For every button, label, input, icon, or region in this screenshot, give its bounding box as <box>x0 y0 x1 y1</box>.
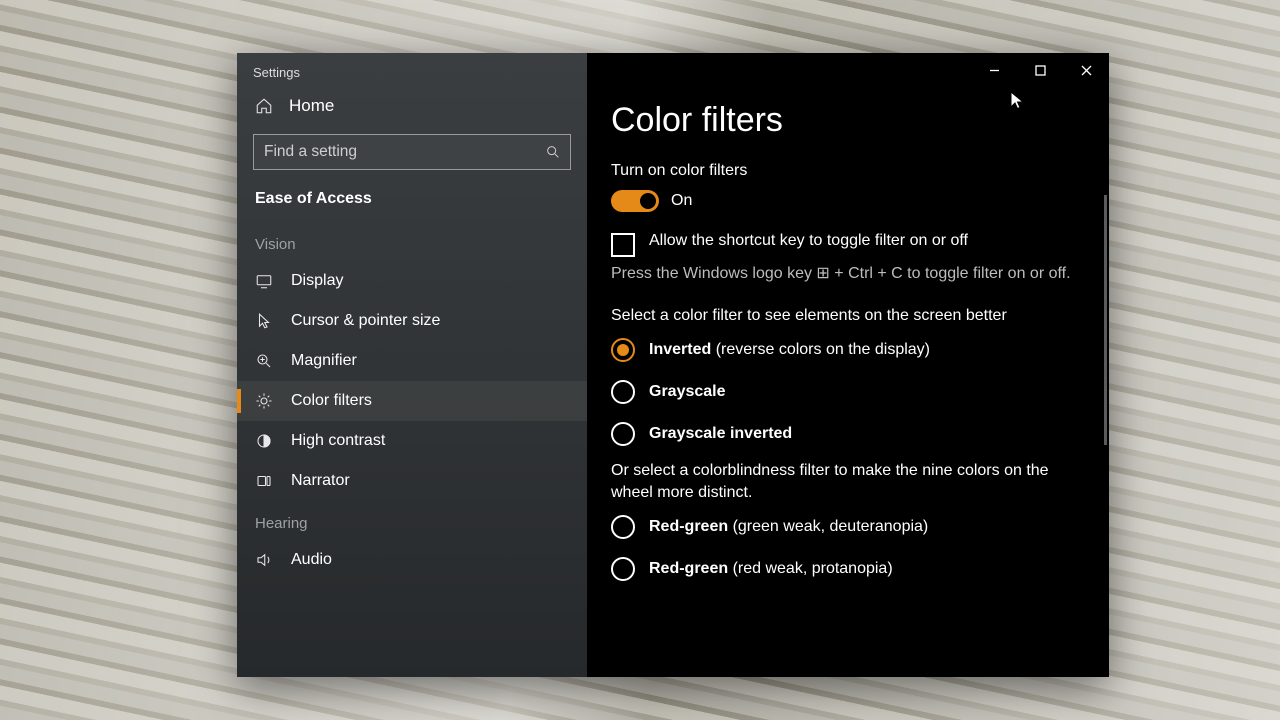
display-icon <box>255 272 273 290</box>
group-hearing: Hearing <box>237 501 587 540</box>
checkbox-icon <box>611 233 635 257</box>
audio-icon <box>255 551 273 569</box>
sidebar-item-label: High contrast <box>291 432 385 450</box>
radio-label: Inverted (reverse colors on the display) <box>649 341 930 359</box>
radio-label: Grayscale <box>649 383 726 401</box>
colorblind-lead: Or select a colorblindness filter to mak… <box>611 460 1081 503</box>
radio-grayscale[interactable]: Grayscale <box>611 380 1085 404</box>
sidebar-item-label: Narrator <box>291 472 350 490</box>
sidebar-item-narrator[interactable]: Narrator <box>237 461 587 501</box>
settings-window: Settings Home Ease of Access Vision Disp… <box>237 53 1109 677</box>
sidebar-item-cursor[interactable]: Cursor & pointer size <box>237 301 587 341</box>
sidebar-item-label: Cursor & pointer size <box>291 312 440 330</box>
radio-protanopia[interactable]: Red-green (red weak, protanopia) <box>611 557 1085 581</box>
group-vision: Vision <box>237 222 587 261</box>
sidebar-item-color-filters[interactable]: Color filters <box>237 381 587 421</box>
radio-icon <box>611 422 635 446</box>
sidebar-item-display[interactable]: Display <box>237 261 587 301</box>
cursor-icon <box>255 312 273 330</box>
scrollbar[interactable] <box>1104 195 1107 445</box>
sidebar-item-high-contrast[interactable]: High contrast <box>237 421 587 461</box>
main-pane: Color filters Turn on color filters On A… <box>587 53 1109 677</box>
color-filters-icon <box>255 392 273 410</box>
shortcut-hint: Press the Windows logo key ⊞ + Ctrl + C … <box>611 263 1081 285</box>
high-contrast-icon <box>255 432 273 450</box>
window-controls <box>971 53 1109 87</box>
toggle-value: On <box>671 192 692 210</box>
radio-icon <box>611 380 635 404</box>
sidebar: Settings Home Ease of Access Vision Disp… <box>237 53 587 677</box>
color-filters-toggle[interactable]: On <box>611 190 1085 212</box>
sidebar-item-label: Audio <box>291 551 332 569</box>
shortcut-checkbox-label: Allow the shortcut key to toggle filter … <box>649 232 968 250</box>
sidebar-item-magnifier[interactable]: Magnifier <box>237 341 587 381</box>
radio-label: Red-green (red weak, protanopia) <box>649 560 893 578</box>
select-filter-lead: Select a color filter to see elements on… <box>611 305 1081 327</box>
radio-label: Grayscale inverted <box>649 425 792 443</box>
toggle-label: Turn on color filters <box>611 162 1085 180</box>
sidebar-item-label: Display <box>291 272 343 290</box>
narrator-icon <box>255 472 273 490</box>
radio-deuteranopia[interactable]: Red-green (green weak, deuteranopia) <box>611 515 1085 539</box>
radio-inverted[interactable]: Inverted (reverse colors on the display) <box>611 338 1085 362</box>
maximize-button[interactable] <box>1017 53 1063 87</box>
toggle-on-icon <box>611 190 659 212</box>
home-icon <box>255 97 273 115</box>
shortcut-checkbox[interactable]: Allow the shortcut key to toggle filter … <box>611 232 1085 257</box>
sidebar-item-label: Magnifier <box>291 352 357 370</box>
home-label: Home <box>289 96 334 116</box>
sidebar-category: Ease of Access <box>237 184 587 222</box>
radio-label: Red-green (green weak, deuteranopia) <box>649 518 928 536</box>
sidebar-item-audio[interactable]: Audio <box>237 540 587 569</box>
magnifier-icon <box>255 352 273 370</box>
close-button[interactable] <box>1063 53 1109 87</box>
page-title: Color filters <box>611 101 1085 140</box>
minimize-button[interactable] <box>971 53 1017 87</box>
search-input[interactable] <box>253 134 571 170</box>
search-icon <box>545 144 561 160</box>
sidebar-item-label: Color filters <box>291 392 372 410</box>
radio-icon <box>611 338 635 362</box>
window-title: Settings <box>237 53 587 80</box>
radio-icon <box>611 515 635 539</box>
radio-grayscale-inverted[interactable]: Grayscale inverted <box>611 422 1085 446</box>
search-wrap <box>253 134 571 170</box>
radio-icon <box>611 557 635 581</box>
home-link[interactable]: Home <box>237 80 587 128</box>
